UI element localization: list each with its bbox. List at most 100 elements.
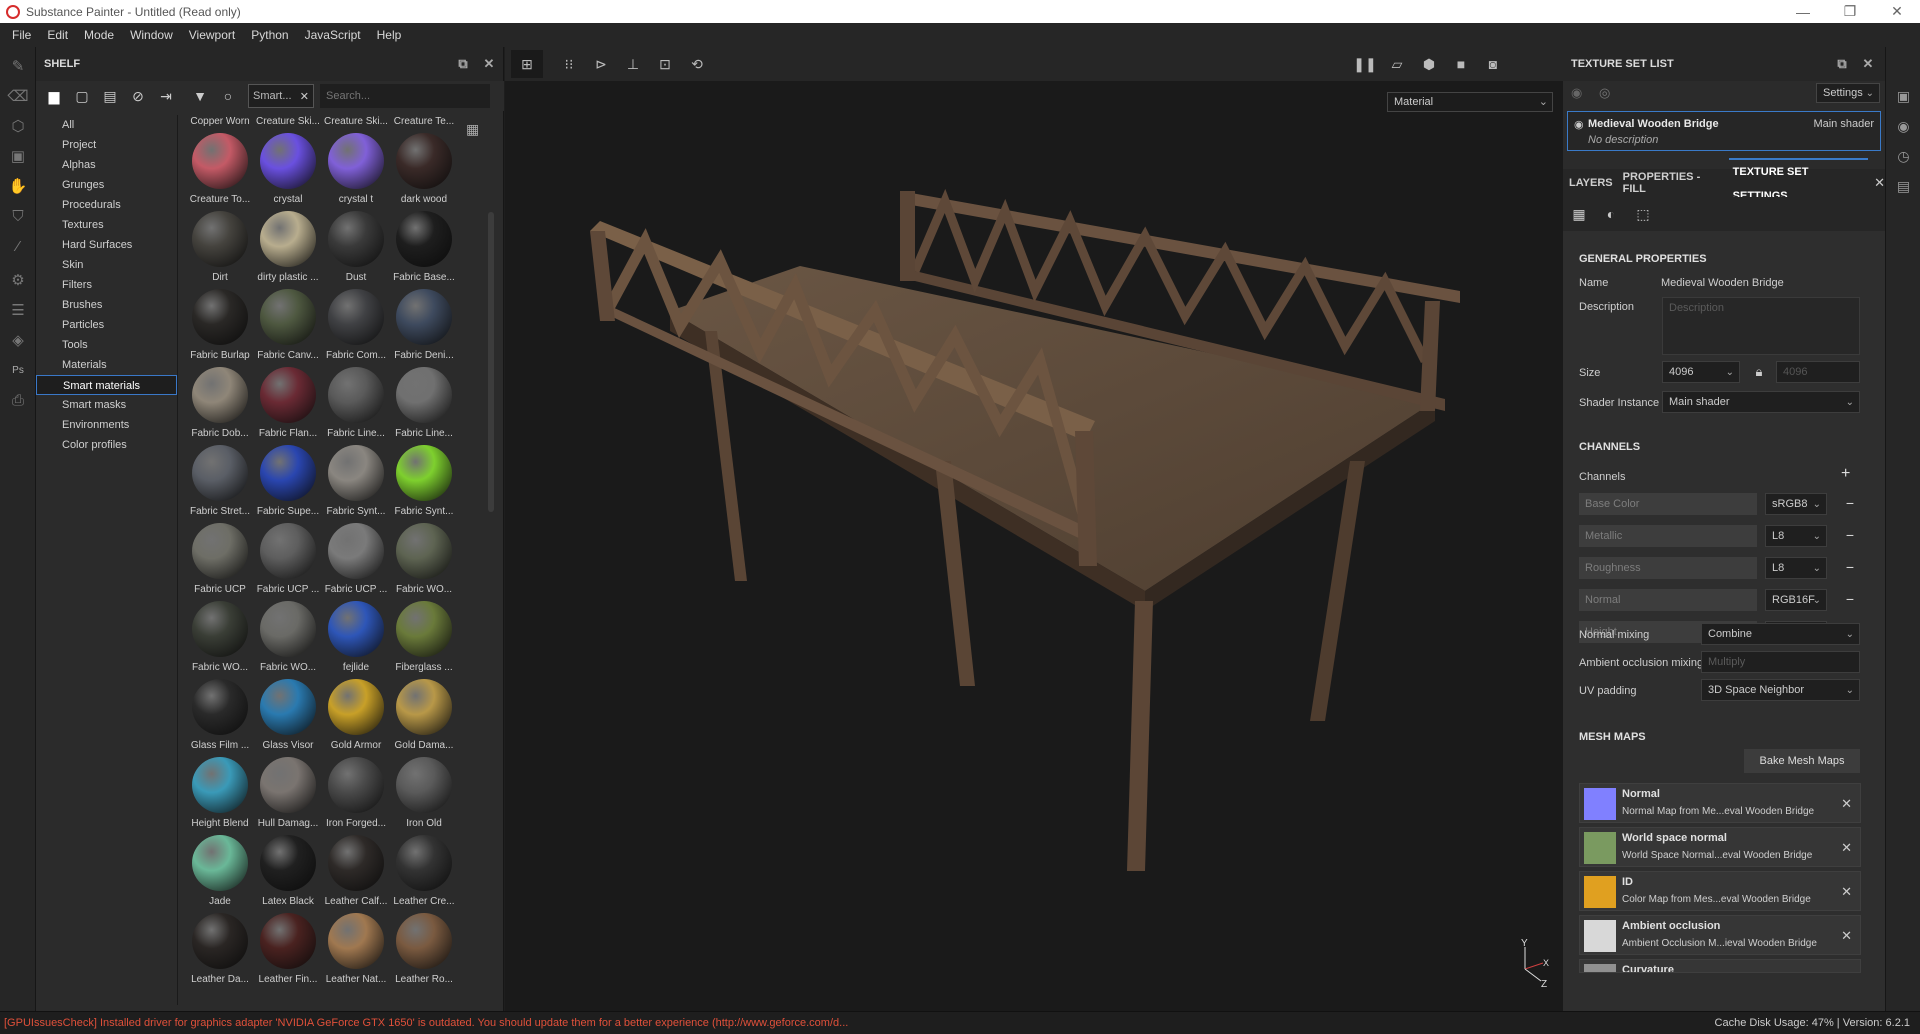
grid-view-icon[interactable]: ▦ bbox=[466, 121, 484, 139]
category-textures[interactable]: Textures bbox=[36, 215, 177, 235]
material-thumbnail[interactable]: Leather Ro... bbox=[390, 913, 458, 991]
material-thumbnail[interactable]: Dirt bbox=[186, 211, 254, 289]
mesh-map-slot[interactable]: Ambient occlusion Ambient Occlusion M...i… bbox=[1579, 915, 1861, 955]
material-thumbnail[interactable]: Glass Film ... bbox=[186, 679, 254, 757]
shelf-filter-tag[interactable]: Smart... ✕ bbox=[248, 84, 314, 108]
geometry-mask-icon[interactable]: ▣ bbox=[0, 141, 36, 171]
close-icon[interactable]: ✕ bbox=[1841, 840, 1852, 856]
category-hard-surfaces[interactable]: Hard Surfaces bbox=[36, 235, 177, 255]
material-thumbnail[interactable]: Fabric WO... bbox=[186, 601, 254, 679]
frame-icon[interactable]: ⊡ bbox=[649, 50, 681, 78]
projection-icon[interactable]: ⬡ bbox=[0, 111, 36, 141]
material-thumbnail[interactable]: Creature Ski... bbox=[254, 115, 322, 133]
category-color-profiles[interactable]: Color profiles bbox=[36, 435, 177, 455]
category-procedurals[interactable]: Procedurals bbox=[36, 195, 177, 215]
texture-set-list-icon[interactable]: ▣ bbox=[1886, 81, 1920, 111]
menu-mode[interactable]: Mode bbox=[76, 23, 122, 47]
material-thumbnail[interactable]: Fabric UCP ... bbox=[322, 523, 390, 601]
material-thumbnail[interactable]: Creature Te... bbox=[390, 115, 458, 133]
category-brushes[interactable]: Brushes bbox=[36, 295, 177, 315]
export-icon[interactable]: ⎙ bbox=[0, 385, 36, 415]
mesh-map-slot[interactable]: World space normal World Space Normal...e… bbox=[1579, 827, 1861, 867]
bake-mesh-maps-button[interactable]: Bake Mesh Maps bbox=[1744, 749, 1860, 773]
log-icon[interactable]: ▤ bbox=[1886, 171, 1920, 201]
category-alphas[interactable]: Alphas bbox=[36, 155, 177, 175]
uv-icon[interactable]: ⬚ bbox=[1627, 206, 1659, 223]
smudge-icon[interactable]: ✋ bbox=[0, 171, 36, 201]
material-thumbnail[interactable]: Leather Cre... bbox=[390, 835, 458, 913]
mesh-map-slot[interactable]: ID Color Map from Mes...eval Wooden Bridg… bbox=[1579, 871, 1861, 911]
material-thumbnail[interactable]: Dust bbox=[322, 211, 390, 289]
menu-edit[interactable]: Edit bbox=[39, 23, 76, 47]
shader-instance-select[interactable]: Main shader ⌄ bbox=[1662, 391, 1860, 413]
material-thumbnail[interactable]: crystal bbox=[254, 133, 322, 211]
material-thumbnail[interactable]: Creature To... bbox=[186, 133, 254, 211]
screenshot-icon[interactable]: ◙ bbox=[1477, 50, 1509, 78]
mesh-map-slot[interactable]: Normal Normal Map from Me...eval Wooden B… bbox=[1579, 783, 1861, 823]
circle-icon[interactable]: ○ bbox=[214, 83, 242, 109]
folder-icon[interactable]: ▆ bbox=[40, 83, 68, 109]
gear-icon[interactable]: ⚙ bbox=[0, 265, 36, 295]
close-icon[interactable]: ✕ bbox=[1841, 972, 1852, 973]
material-thumbnail[interactable]: Fabric Deni... bbox=[390, 289, 458, 367]
cube-icon[interactable]: ⬢ bbox=[1413, 50, 1445, 78]
channel-format-select[interactable]: sRGB8 ⌄ bbox=[1765, 493, 1827, 515]
description-input[interactable]: Description bbox=[1662, 297, 1860, 355]
size-select[interactable]: 4096 ⌄ bbox=[1662, 361, 1740, 383]
category-filters[interactable]: Filters bbox=[36, 275, 177, 295]
filter-icon[interactable]: ▼ bbox=[186, 83, 214, 109]
material-thumbnail[interactable]: Fabric UCP bbox=[186, 523, 254, 601]
pause-icon[interactable]: ❚❚ bbox=[1349, 50, 1381, 78]
close-icon[interactable]: ✕ bbox=[1859, 55, 1877, 73]
material-thumbnail[interactable]: fejlide bbox=[322, 601, 390, 679]
material-thumbnail[interactable]: Leather Fin... bbox=[254, 913, 322, 991]
material-thumbnail[interactable]: Fabric Synt... bbox=[390, 445, 458, 523]
material-thumbnail[interactable]: Fabric Dob... bbox=[186, 367, 254, 445]
visible-eye-icon[interactable]: ◉ bbox=[1574, 118, 1584, 131]
category-environments[interactable]: Environments bbox=[36, 415, 177, 435]
material-thumbnail[interactable]: Fabric Flan... bbox=[254, 367, 322, 445]
material-icon[interactable]: ◐ bbox=[1595, 206, 1627, 222]
material-thumbnail[interactable]: Fiberglass ... bbox=[390, 601, 458, 679]
material-thumbnail[interactable]: Creature Ski... bbox=[322, 115, 390, 133]
clone-stamp-icon[interactable]: ⛉ bbox=[0, 201, 36, 231]
category-grunges[interactable]: Grunges bbox=[36, 175, 177, 195]
layer-settings-icon[interactable]: ▦ bbox=[1563, 206, 1595, 223]
tab-properties-fill[interactable]: PROPERTIES - FILL bbox=[1619, 171, 1729, 195]
category-tools[interactable]: Tools bbox=[36, 335, 177, 355]
material-thumbnail[interactable]: Copper Worn bbox=[186, 115, 254, 133]
category-skin[interactable]: Skin bbox=[36, 255, 177, 275]
material-thumbnail[interactable]: dark wood bbox=[390, 133, 458, 211]
category-particles[interactable]: Particles bbox=[36, 315, 177, 335]
material-thumbnail[interactable]: Jade bbox=[186, 835, 254, 913]
plugin-icon[interactable]: ◈ bbox=[0, 325, 36, 355]
close-icon[interactable]: ✕ bbox=[1880, 0, 1914, 23]
material-thumbnail[interactable]: Iron Forged... bbox=[322, 757, 390, 835]
close-icon[interactable]: ✕ bbox=[300, 90, 309, 103]
import-icon[interactable]: ⇥ bbox=[152, 83, 180, 109]
minimize-icon[interactable]: — bbox=[1786, 0, 1820, 23]
material-thumbnail[interactable]: Gold Armor bbox=[322, 679, 390, 757]
history-icon[interactable]: ◷ bbox=[1886, 141, 1920, 171]
material-thumbnail[interactable]: Fabric Line... bbox=[322, 367, 390, 445]
menu-viewport[interactable]: Viewport bbox=[181, 23, 243, 47]
material-thumbnail[interactable]: Leather Nat... bbox=[322, 913, 390, 991]
symmetry-icon[interactable]: ⊞ bbox=[511, 50, 543, 78]
close-icon[interactable]: ✕ bbox=[1841, 884, 1852, 900]
material-thumbnail[interactable]: Height Blend bbox=[186, 757, 254, 835]
reset-icon[interactable]: ⟲ bbox=[681, 50, 713, 78]
menu-window[interactable]: Window bbox=[122, 23, 181, 47]
remove-channel-icon[interactable]: − bbox=[1841, 589, 1859, 611]
viewport[interactable]: ⊞ ⁝⁝ ⊳ ⊥ ⊡ ⟲ ❚❚ ▱ ⬢ ■ ◙ Material ⌄ Y X Z bbox=[505, 47, 1563, 1011]
paint-brush-icon[interactable]: ✎ bbox=[0, 51, 36, 81]
camera-icon[interactable]: ■ bbox=[1445, 50, 1477, 78]
material-thumbnail[interactable]: Glass Visor bbox=[254, 679, 322, 757]
undock-icon[interactable]: ⧉ bbox=[1833, 55, 1851, 73]
category-smart-masks[interactable]: Smart masks bbox=[36, 395, 177, 415]
material-thumbnail[interactable]: crystal t bbox=[322, 133, 390, 211]
color-picker-icon[interactable]: ⁄ bbox=[0, 231, 36, 261]
remove-channel-icon[interactable]: − bbox=[1841, 525, 1859, 547]
material-thumbnail[interactable]: Leather Da... bbox=[186, 913, 254, 991]
category-materials[interactable]: Materials bbox=[36, 355, 177, 375]
photoshop-icon[interactable]: Ps bbox=[0, 355, 36, 385]
